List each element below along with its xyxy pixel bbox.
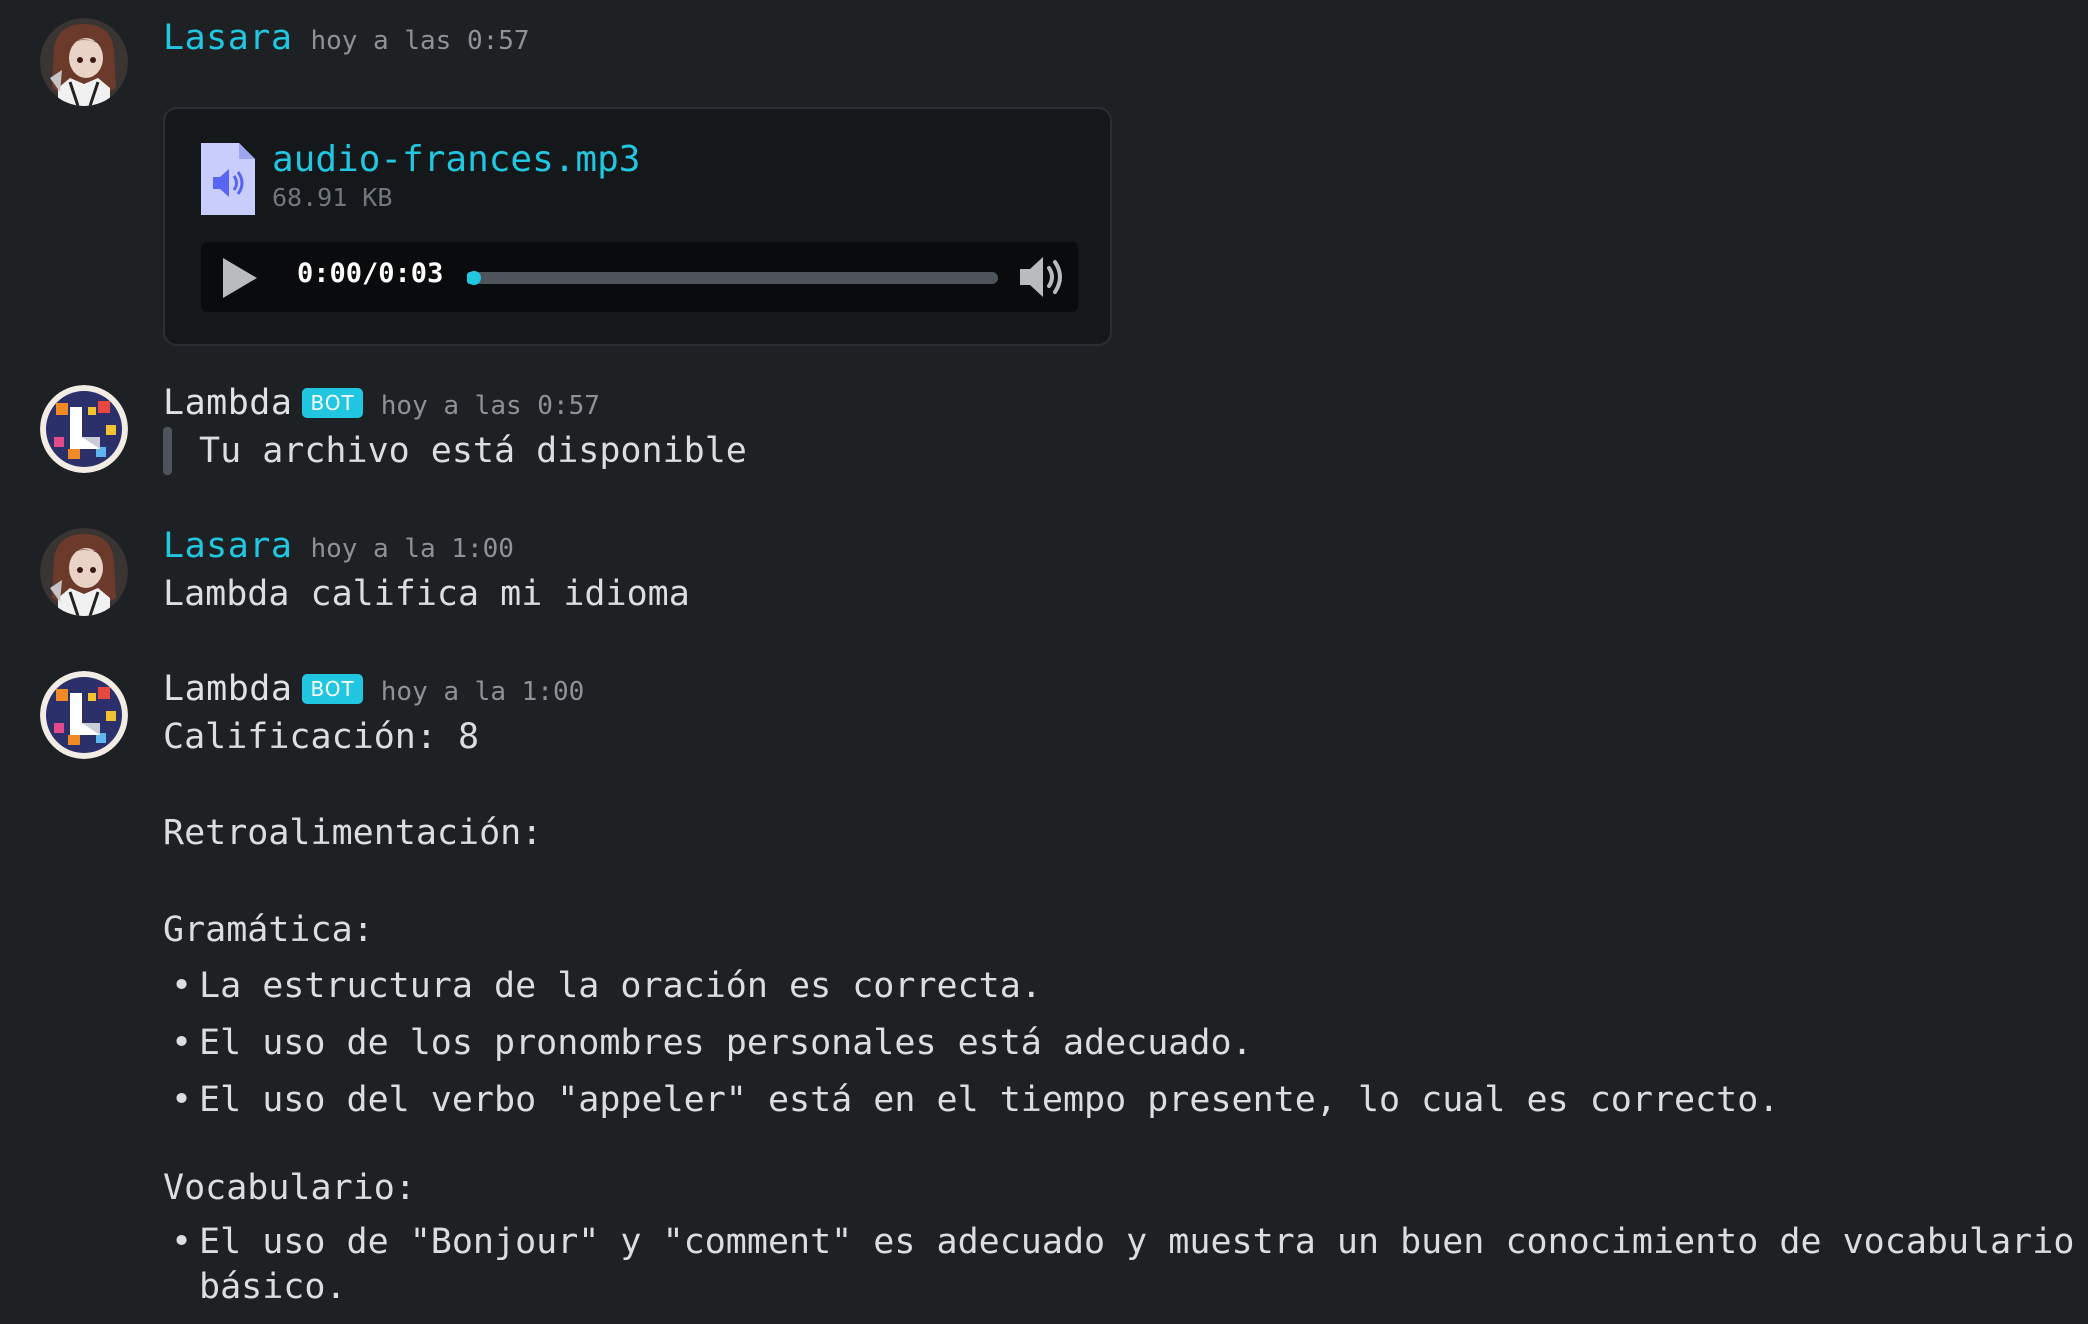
vocabulary-list: • El uso de "Bonjour" y "comment" es adec… [163,1220,2088,1310]
timestamp: hoy a la 1:00 [310,534,514,564]
rating-line: Calificación: 8 [163,717,480,757]
message-header: Lambda BOT hoy a la 1:00 [163,669,2088,713]
current-time: 0:00 [297,258,363,289]
time-separator: / [362,258,379,289]
author-name[interactable]: Lasara [163,18,292,58]
list-item: • El uso de los pronombres personales est… [163,1019,2088,1067]
message-text: Lambda califica mi idioma [163,574,690,614]
grammar-list: • La estructura de la oración es correcta… [163,962,2088,1124]
progress-bar[interactable] [467,271,998,285]
bot-badge: BOT [302,674,363,704]
list-item-text: La estructura de la oración es correcta. [199,966,1042,1006]
avatar-lasara[interactable] [40,528,128,616]
feedback-heading: Retroalimentación: [163,813,543,853]
list-item: • La estructura de la oración es correcta… [163,962,2088,1010]
author-name[interactable]: Lambda [163,383,292,423]
list-item-text: El uso de "Bonjour" y "comment" es adecu… [199,1222,2075,1307]
audio-player: 0:00/0:03 [201,242,1078,312]
avatar-lambda[interactable] [40,385,128,473]
quote-text: Tu archivo está disponible [199,431,747,471]
play-icon[interactable] [219,255,261,305]
bullet: • [171,1023,193,1063]
blockquote: Tu archivo está disponible [163,427,2088,475]
file-size: 68.91 KB [272,183,393,212]
chat-messages: Lasara hoy a las 0:57 audio-frances.mp3 … [0,0,2088,1324]
avatar-lambda[interactable] [40,671,128,759]
message-header: Lambda BOT hoy a las 0:57 [163,383,2088,427]
author-name[interactable]: Lambda [163,669,292,709]
vocabulary-heading: Vocabulario: [163,1168,416,1208]
avatar-lasara[interactable] [40,18,128,106]
volume-icon[interactable] [1018,254,1066,304]
message-header: Lasara hoy a la 1:00 [163,526,2088,570]
player-time: 0:00/0:03 [297,258,443,289]
list-item: • El uso de "Bonjour" y "comment" es adec… [163,1220,2088,1310]
bot-badge: BOT [302,388,363,418]
audio-attachment: audio-frances.mp3 68.91 KB 0:00/0:03 [163,107,1112,346]
list-item: • El uso del verbo "appeler" está en el t… [163,1076,2088,1124]
audio-file-icon [201,143,255,219]
grammar-heading: Gramática: [163,910,374,950]
bullet: • [171,1222,193,1262]
author-name[interactable]: Lasara [163,526,292,566]
timestamp: hoy a la 1:00 [380,677,585,707]
bullet: • [171,966,193,1006]
timestamp: hoy a las 0:57 [380,391,600,421]
duration: 0:03 [378,258,444,289]
file-name-link[interactable]: audio-frances.mp3 [272,139,640,180]
list-item-text: El uso de los pronombres personales está… [199,1023,1253,1063]
list-item-text: El uso del verbo "appeler" está en el ti… [199,1080,1780,1120]
message-header: Lasara hoy a las 0:57 [163,18,2088,62]
timestamp: hoy a las 0:57 [310,26,530,56]
progress-knob[interactable] [467,271,481,285]
quote-bar [163,427,172,475]
bullet: • [171,1080,193,1120]
